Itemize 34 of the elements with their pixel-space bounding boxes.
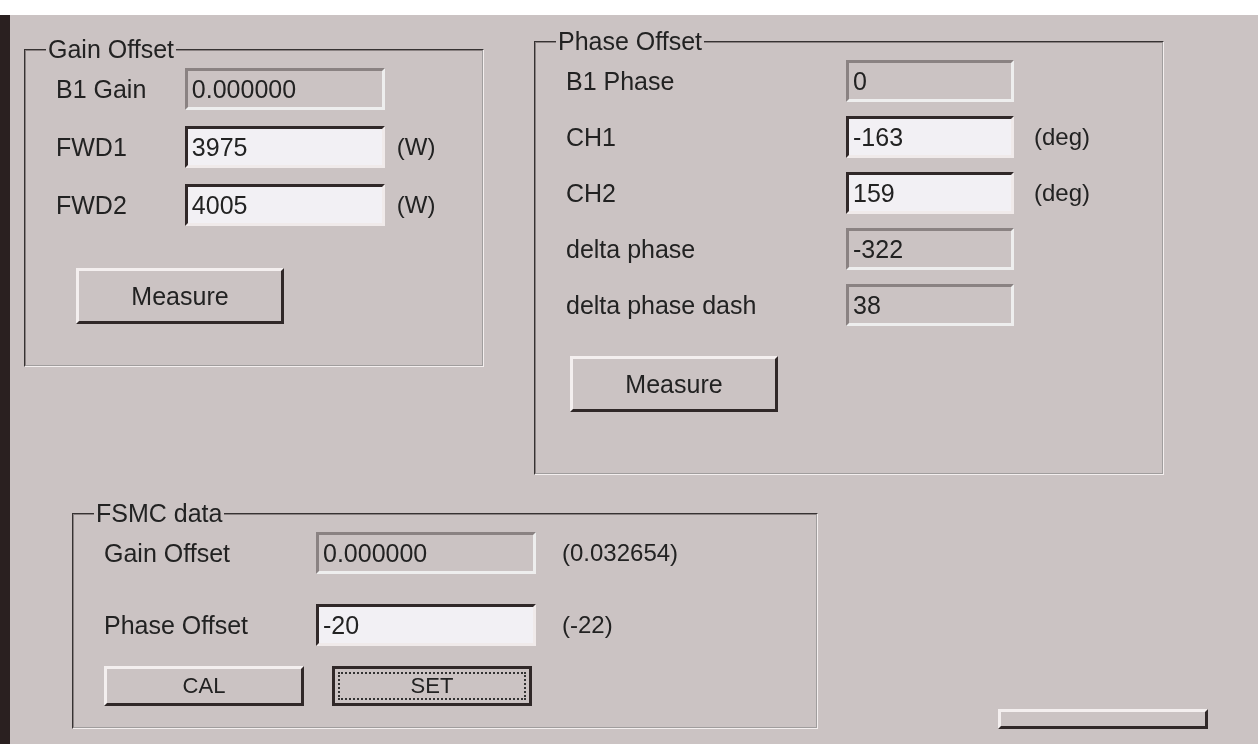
field-label: FWD1 <box>55 132 128 162</box>
unit-label: (-22) <box>562 611 614 639</box>
field-label: delta phase <box>565 234 697 264</box>
input-field[interactable]: 4005 <box>184 184 385 226</box>
input-field[interactable]: 38 <box>846 284 1014 326</box>
field-label: B1 Gain <box>55 74 148 104</box>
field-label: B1 Phase <box>565 66 676 96</box>
field-label: delta phase dash <box>565 290 758 320</box>
field-label: Gain Offset <box>103 538 231 568</box>
group-title: Phase Offset <box>557 27 704 56</box>
unit-label: (W) <box>396 191 437 219</box>
field-label: Phase Offset <box>103 610 250 640</box>
input-field[interactable]: 0.000000 <box>184 68 385 110</box>
group-title: Gain Offset <box>47 35 175 64</box>
field-label: FWD2 <box>55 190 128 220</box>
input-field[interactable]: 0.000000 <box>316 532 536 574</box>
input-field[interactable]: 0 <box>846 60 1014 102</box>
action-button[interactable]: CAL <box>104 666 304 706</box>
group-title: FSMC data <box>95 499 224 528</box>
input-field[interactable]: -20 <box>316 604 536 646</box>
input-field[interactable]: 3975 <box>184 126 385 168</box>
measure-button[interactable]: Measure <box>76 268 284 324</box>
button[interactable] <box>998 709 1208 729</box>
action-button[interactable]: SET <box>332 666 532 706</box>
unit-label: (deg) <box>1034 179 1092 207</box>
input-field[interactable]: -322 <box>846 228 1014 270</box>
field-label: CH1 <box>565 122 617 152</box>
measure-button[interactable]: Measure <box>570 356 778 412</box>
input-field[interactable]: 159 <box>846 172 1014 214</box>
unit-label: (W) <box>396 133 437 161</box>
input-field[interactable]: -163 <box>846 116 1014 158</box>
unit-label: (deg) <box>1034 123 1092 151</box>
field-label: CH2 <box>565 178 617 208</box>
unit-label: (0.032654) <box>562 539 680 567</box>
